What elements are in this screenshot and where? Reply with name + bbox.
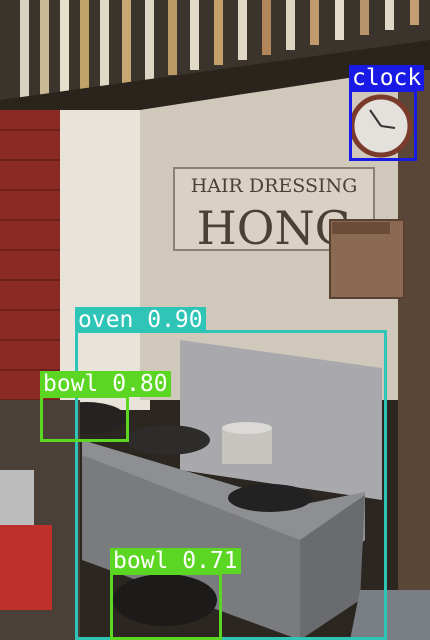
sign-top-text: HAIR DRESSING [191,175,358,197]
photo-scene: HAIR DRESSING HONG clock oven 0.90 bowl … [0,0,430,640]
mailbox-lid [332,222,390,234]
detection-label-oven: oven 0.90 [75,307,206,333]
detection-box-bowl-bottom [110,572,222,640]
detection-label-bowl-left: bowl 0.80 [40,371,171,397]
detection-label-clock: clock [349,65,425,91]
sign-main-text: HONG [197,201,352,255]
detection-box-bowl-left [40,395,129,442]
detection-box-clock [349,89,417,161]
detection-label-bowl-bottom: bowl 0.71 [110,548,241,574]
red-stool [0,525,52,610]
metal-bucket [0,470,34,530]
